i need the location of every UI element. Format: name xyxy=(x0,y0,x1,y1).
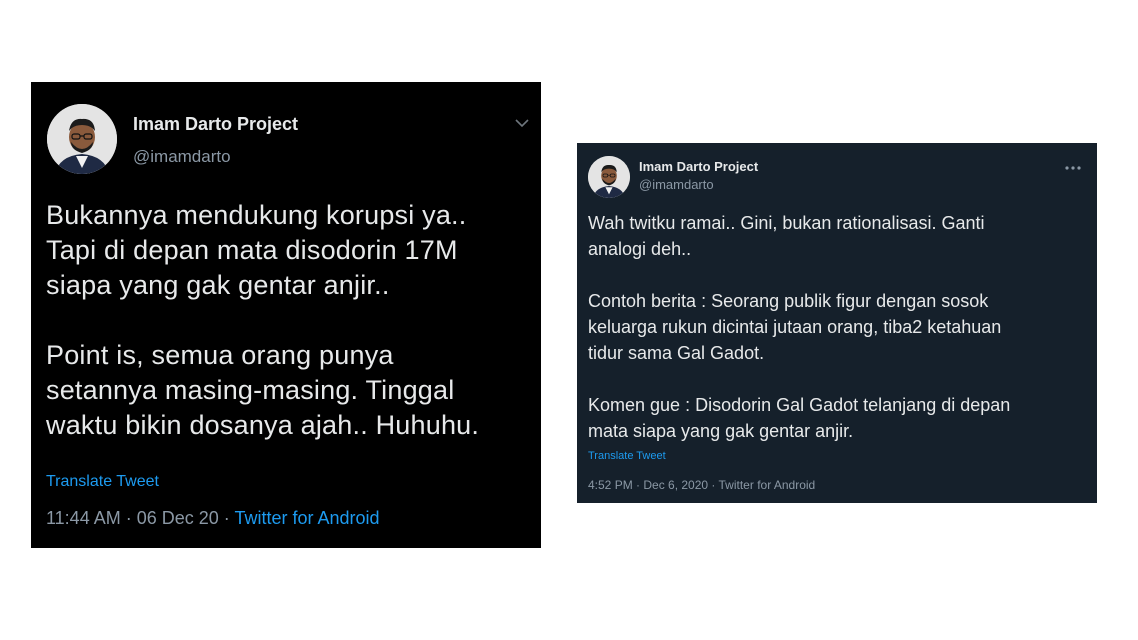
translate-tweet-link[interactable]: Translate Tweet xyxy=(588,450,666,462)
tweet-card-2: Imam Darto Project @imamdarto Wah twitku… xyxy=(577,143,1097,503)
tweet-text: Bukannya mendukung korupsi ya.. Tapi di … xyxy=(46,200,480,440)
user-handle[interactable]: @imamdarto xyxy=(133,147,231,167)
timestamp[interactable]: 11:44 AM · 06 Dec 20 · xyxy=(46,508,234,528)
chevron-down-icon[interactable] xyxy=(513,114,531,132)
profile-photo-icon xyxy=(588,156,630,198)
avatar[interactable] xyxy=(588,156,630,198)
tweet-card-1: Imam Darto Project @imamdarto Bukannya m… xyxy=(31,82,541,548)
tweet-meta: 4:52 PM · Dec 6, 2020 · Twitter for Andr… xyxy=(588,478,815,492)
source-link[interactable]: Twitter for Android xyxy=(719,478,816,492)
tweet-meta: 11:44 AM · 06 Dec 20 · Twitter for Andro… xyxy=(46,508,380,529)
avatar[interactable] xyxy=(47,104,117,174)
translate-tweet-link[interactable]: Translate Tweet xyxy=(46,473,159,491)
profile-photo-icon xyxy=(47,104,117,174)
tweet-text: Wah twitku ramai.. Gini, bukan rationali… xyxy=(588,213,1011,441)
source-link[interactable]: Twitter for Android xyxy=(234,508,379,528)
more-horizontal-icon[interactable] xyxy=(1064,159,1082,170)
display-name[interactable]: Imam Darto Project xyxy=(639,159,758,174)
display-name[interactable]: Imam Darto Project xyxy=(133,114,298,135)
timestamp[interactable]: 4:52 PM · Dec 6, 2020 · xyxy=(588,478,719,492)
user-handle[interactable]: @imamdarto xyxy=(639,177,714,192)
